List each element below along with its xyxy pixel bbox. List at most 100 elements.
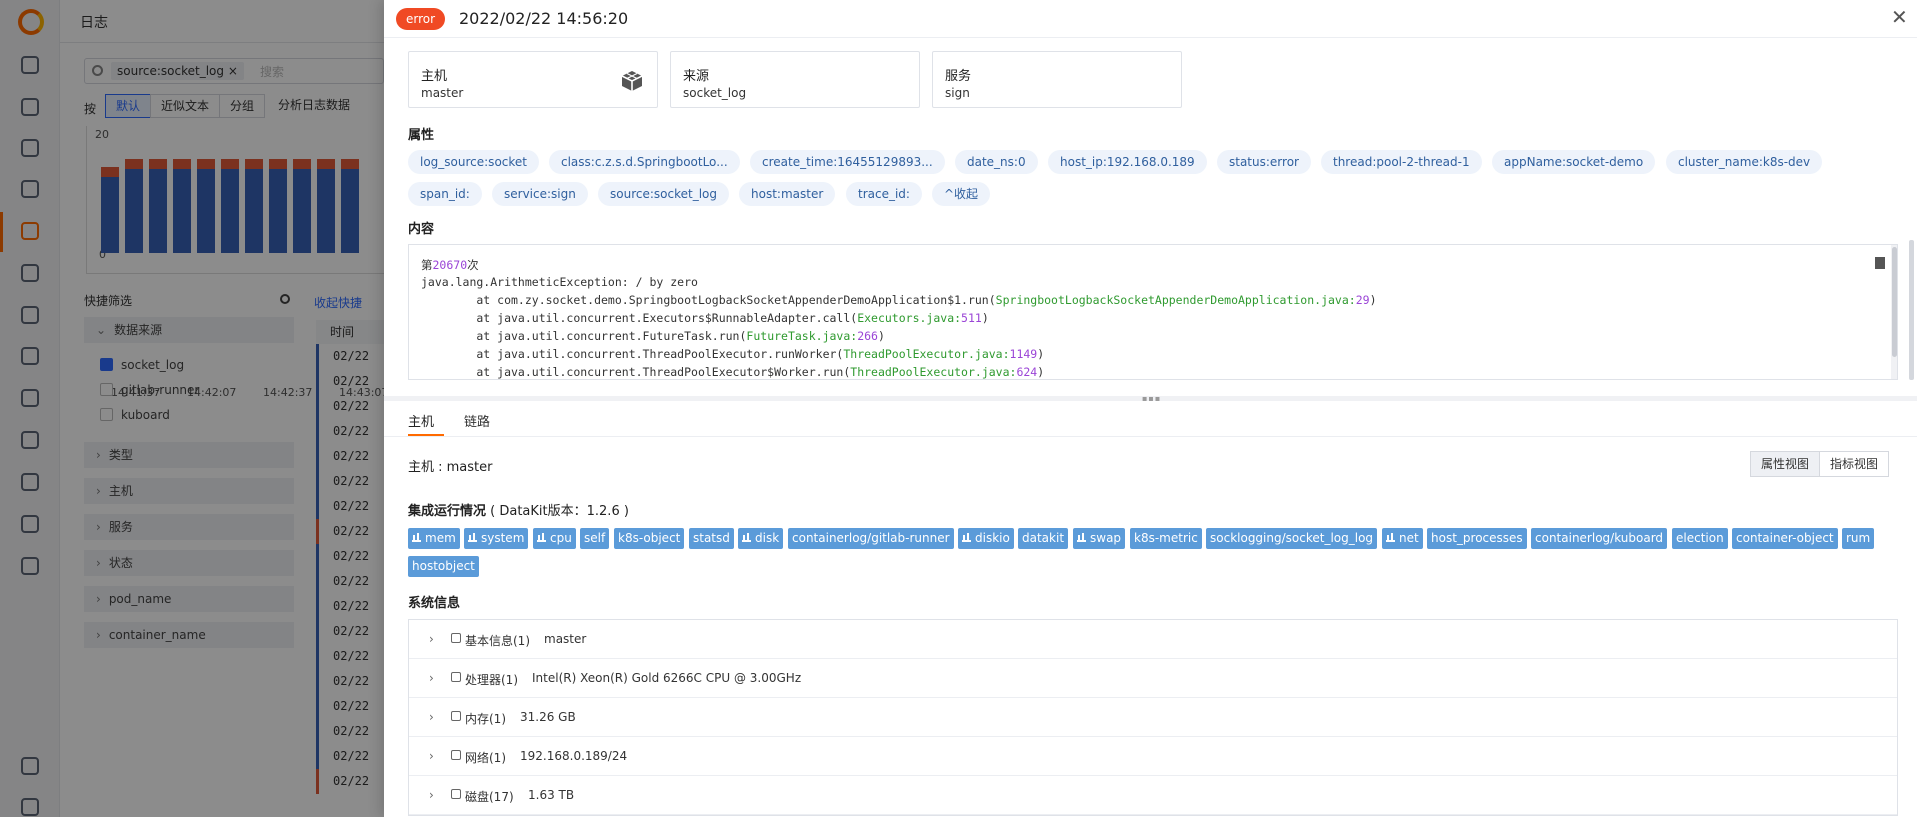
- integration-chip[interactable]: hostobject: [408, 556, 479, 577]
- system-info-list: › 基本信息(1) master › 处理器(1) Intel(R) Xeon(R) Go…: [408, 619, 1898, 816]
- integration-label: mem: [425, 531, 456, 545]
- bar-chart-icon: [742, 533, 751, 542]
- attribute-tag[interactable]: span_id:: [408, 182, 482, 206]
- integration-label: host_processes: [1431, 531, 1523, 545]
- attribute-view-button[interactable]: 属性视图: [1750, 451, 1821, 477]
- chevron-right-icon[interactable]: ›: [429, 788, 434, 802]
- collapse-attributes-button[interactable]: ^收起: [932, 182, 991, 206]
- integration-label: rum: [1846, 531, 1871, 545]
- bar-chart-icon: [412, 533, 421, 542]
- frame-file: SpringbootLogbackSocketAppenderDemoAppli…: [995, 293, 1356, 307]
- sysinfo-row[interactable]: › 磁盘(17) 1.63 TB: [409, 776, 1897, 815]
- copy-icon[interactable]: [1875, 257, 1885, 269]
- integration-chip[interactable]: datakit: [1018, 528, 1069, 549]
- sysinfo-row[interactable]: › 基本信息(1) master: [409, 620, 1897, 659]
- chevron-right-icon[interactable]: ›: [429, 671, 434, 685]
- frame-line: 1149: [1009, 347, 1038, 361]
- frame-close: ): [877, 329, 885, 343]
- host-card[interactable]: 主机 master: [408, 51, 658, 108]
- resize-handle[interactable]: ▪▪▪: [384, 395, 1917, 403]
- integration-status-line: 集成运行情况 ( DataKit版本：1.2.6 ): [408, 500, 629, 519]
- attribute-tag[interactable]: thread:pool-2-thread-1: [1321, 150, 1482, 174]
- log-first-line: 第20670次: [421, 257, 479, 273]
- frame-file: FutureTask.java:: [746, 329, 858, 343]
- integration-chip[interactable]: self: [580, 528, 610, 549]
- log-detail-drawer: error 2022/02/22 14:56:20 ✕ 主机 master 来源…: [384, 0, 1917, 817]
- content-title: 内容: [408, 222, 435, 237]
- sysinfo-name: 处理器(1): [465, 673, 518, 687]
- integration-label: hostobject: [412, 559, 475, 573]
- integration-chip[interactable]: swap: [1073, 528, 1126, 549]
- attribute-tag[interactable]: service:sign: [492, 182, 588, 206]
- frame-file: ThreadPoolExecutor.java:: [843, 347, 1010, 361]
- integration-chip[interactable]: mem: [408, 528, 460, 549]
- integration-chip[interactable]: rum: [1842, 528, 1875, 549]
- chevron-right-icon[interactable]: ›: [429, 710, 434, 724]
- occurrence-count: 20670: [432, 258, 468, 272]
- cube-icon[interactable]: [620, 69, 644, 93]
- stack-frame: at com.zy.socket.demo.SpringbootLogbackS…: [421, 293, 1377, 307]
- attribute-tag[interactable]: host_ip:192.168.0.189: [1048, 150, 1207, 174]
- sysinfo-row[interactable]: › 网络(1) 192.168.0.189/24: [409, 737, 1897, 776]
- card-value: socket_log: [683, 86, 747, 100]
- drawer-scrollbar[interactable]: [1906, 0, 1917, 817]
- chevron-right-icon[interactable]: ›: [429, 749, 434, 763]
- service-card[interactable]: 服务 sign: [932, 51, 1182, 108]
- stack-frame: at java.util.concurrent.Executors$Runnab…: [421, 311, 988, 325]
- frame-file: ThreadPoolExecutor.java:: [850, 365, 1017, 379]
- source-card[interactable]: 来源 socket_log: [670, 51, 920, 108]
- integration-label: diskio: [975, 531, 1010, 545]
- content-scrollbar[interactable]: [1891, 245, 1897, 379]
- attribute-tag[interactable]: host:master: [739, 182, 836, 206]
- integration-title: 集成运行情况: [408, 504, 487, 519]
- frame-line: 624: [1016, 365, 1038, 379]
- log-content-box[interactable]: 第20670次 java.lang.ArithmeticException: /…: [408, 244, 1898, 380]
- integration-chip[interactable]: container-object: [1732, 528, 1838, 549]
- attribute-tag[interactable]: cluster_name:k8s-dev: [1666, 150, 1823, 174]
- attribute-tag[interactable]: class:c.z.s.d.SpringbootLo...: [549, 150, 740, 174]
- attribute-tag[interactable]: log_source:socket: [408, 150, 539, 174]
- integration-chip[interactable]: host_processes: [1427, 528, 1527, 549]
- integration-chip[interactable]: diskio: [958, 528, 1014, 549]
- grip-icon[interactable]: ▪▪▪: [1142, 395, 1161, 403]
- card-key: 服务: [945, 69, 972, 84]
- integration-label: cpu: [550, 531, 572, 545]
- attributes-title: 属性: [408, 128, 435, 143]
- metric-view-button[interactable]: 指标视图: [1819, 451, 1890, 477]
- attribute-tag[interactable]: source:socket_log: [598, 182, 729, 206]
- attribute-tag[interactable]: date_ns:0: [955, 150, 1038, 174]
- frame-line: 29: [1355, 293, 1370, 307]
- tab-host[interactable]: 主机: [408, 411, 434, 430]
- integration-chip[interactable]: k8s-metric: [1130, 528, 1202, 549]
- integration-label: net: [1399, 531, 1419, 545]
- attribute-tag[interactable]: trace_id:: [846, 182, 922, 206]
- integration-chip[interactable]: election: [1672, 528, 1728, 549]
- sysinfo-name: 内存(1): [465, 712, 506, 726]
- integration-chip[interactable]: net: [1382, 528, 1423, 549]
- integration-chip[interactable]: system: [464, 528, 529, 549]
- bar-chart-icon: [468, 533, 477, 542]
- integration-chip[interactable]: k8s-object: [614, 528, 685, 549]
- integration-chip[interactable]: cpu: [533, 528, 576, 549]
- integration-chip[interactable]: containerlog/kuboard: [1531, 528, 1668, 549]
- network-icon: [451, 750, 461, 760]
- integration-chip[interactable]: socklogging/socket_log_log: [1206, 528, 1378, 549]
- attribute-tag[interactable]: status:error: [1217, 150, 1311, 174]
- sysinfo-row[interactable]: › 处理器(1) Intel(R) Xeon(R) Gold 6266C CPU @…: [409, 659, 1897, 698]
- attribute-tag[interactable]: appName:socket-demo: [1492, 150, 1656, 174]
- chevron-right-icon[interactable]: ›: [429, 632, 434, 646]
- attribute-tag[interactable]: create_time:16455129893...: [750, 150, 945, 174]
- integration-chip[interactable]: disk: [738, 528, 784, 549]
- frame-close: ): [1369, 293, 1377, 307]
- integration-chip[interactable]: statsd: [689, 528, 734, 549]
- scrollbar-thumb[interactable]: [1892, 247, 1897, 357]
- tab-trace[interactable]: 链路: [464, 411, 490, 430]
- sysinfo-row[interactable]: › 内存(1) 31.26 GB: [409, 698, 1897, 737]
- integration-label: disk: [755, 531, 780, 545]
- bar-chart-icon: [962, 533, 971, 542]
- integration-chip[interactable]: containerlog/gitlab-runner: [788, 528, 954, 549]
- integration-label: election: [1676, 531, 1724, 545]
- frame-close: ): [1037, 365, 1045, 379]
- stack-frame: at java.util.concurrent.FutureTask.run(F…: [421, 329, 885, 343]
- integration-label: k8s-metric: [1134, 531, 1198, 545]
